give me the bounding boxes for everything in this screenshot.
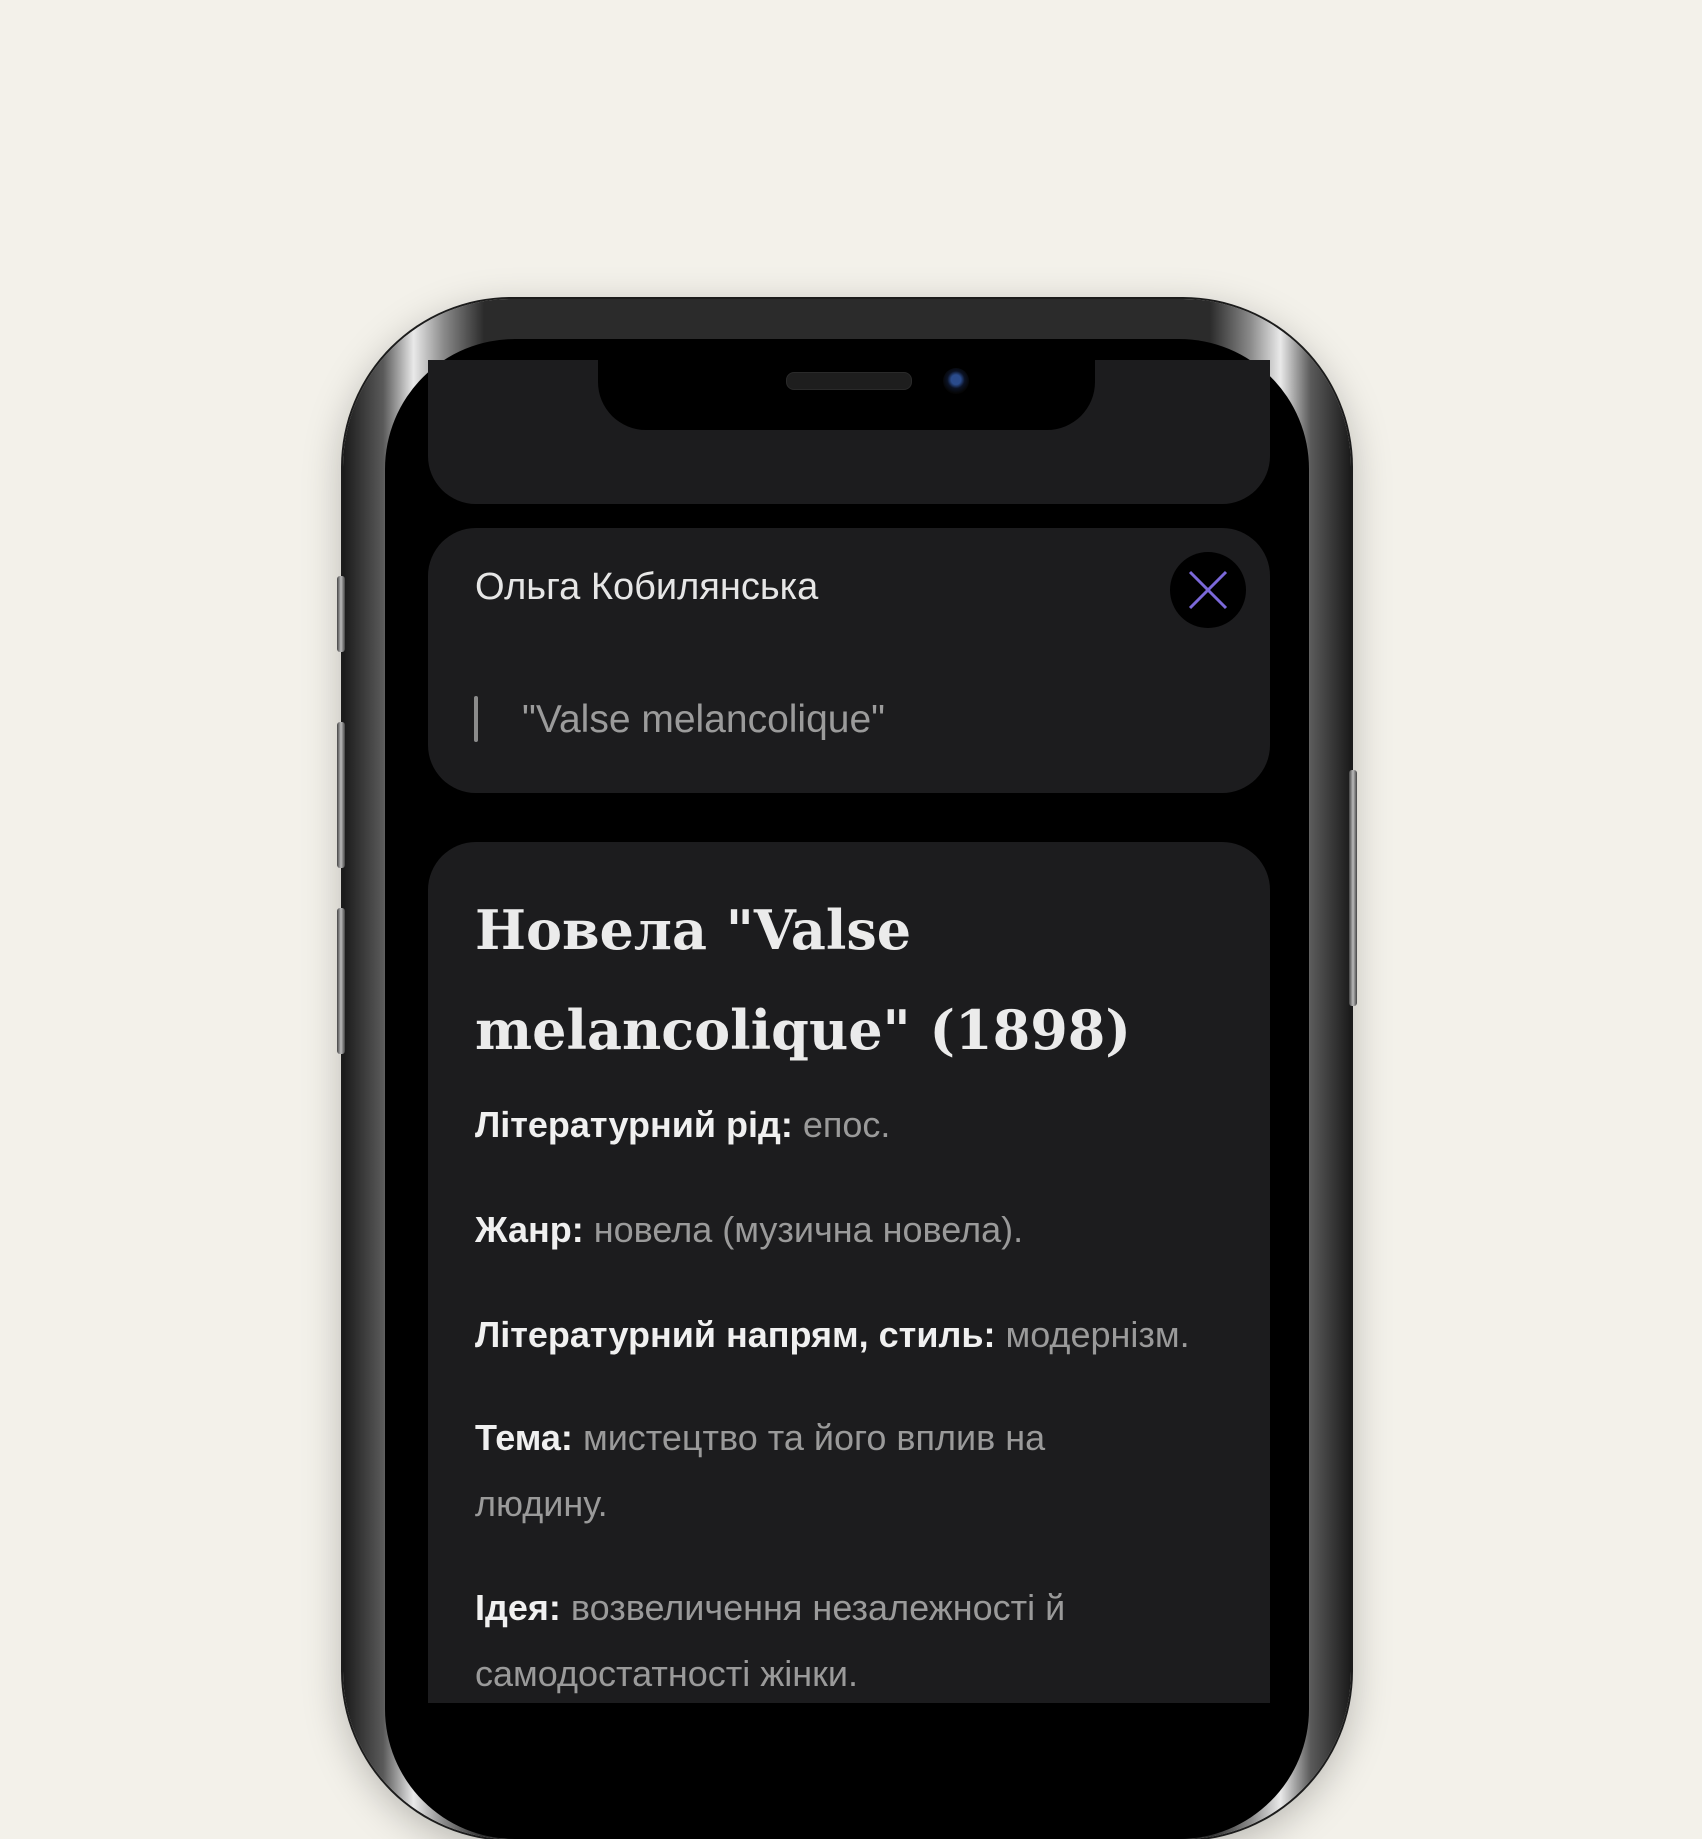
volume-up-button — [337, 722, 345, 868]
front-camera — [943, 368, 969, 394]
work-title: Новела "Valse melancolique" (1898) — [475, 898, 1131, 1062]
close-icon — [1188, 570, 1228, 610]
field-theme: Тема: мистецтво та його вплив на людину. — [475, 1405, 1115, 1537]
work-quote: "Valse melancolique" — [522, 698, 885, 741]
field-value: возвеличення незалежності й самодостатно… — [475, 1587, 1066, 1694]
field-value: епос. — [802, 1104, 891, 1145]
volume-down-button — [337, 908, 345, 1054]
speaker-grille — [786, 372, 912, 390]
field-style: Літературний напрям, стиль: модернізм. — [475, 1302, 1235, 1368]
field-label: Літературний рід: — [475, 1104, 793, 1145]
field-label: Жанр: — [475, 1209, 584, 1250]
notch — [598, 360, 1095, 430]
field-label: Тема: — [475, 1417, 573, 1458]
quote-bar — [474, 696, 478, 742]
mute-switch — [337, 576, 345, 652]
field-idea: Ідея: возвеличення незалежності й самодо… — [475, 1575, 1145, 1703]
field-genre: Жанр: новела (музична новела). — [475, 1197, 1235, 1263]
power-button — [1349, 770, 1357, 1006]
close-button[interactable] — [1170, 552, 1246, 628]
field-value: модернізм. — [1005, 1314, 1190, 1355]
field-label: Літературний напрям, стиль: — [475, 1314, 996, 1355]
author-card: Ольга Кобилянська "Valse melancolique" — [428, 528, 1270, 793]
screen: Ольга Кобилянська "Valse melancolique" Н… — [428, 360, 1270, 1703]
author-name: Ольга Кобилянська — [475, 566, 819, 608]
field-label: Ідея: — [475, 1587, 561, 1628]
work-details-card: Новела "Valse melancolique" (1898) Літер… — [428, 842, 1270, 1703]
field-literary-kind: Літературний рід: епос. — [475, 1092, 1235, 1158]
field-value: новела (музична новела). — [593, 1209, 1024, 1250]
